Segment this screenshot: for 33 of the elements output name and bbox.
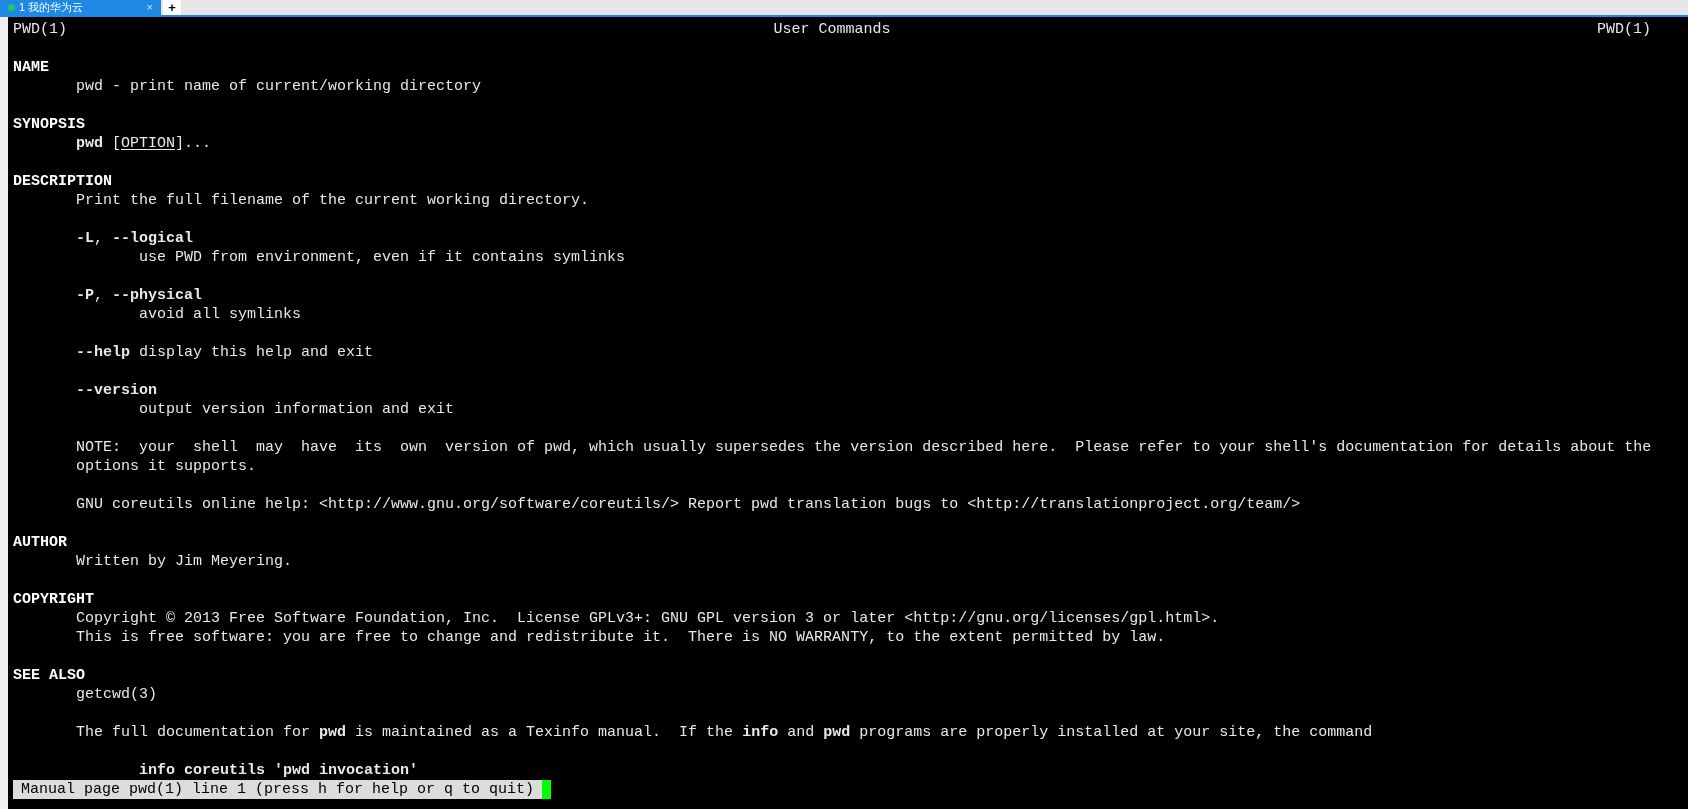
section-heading: AUTHOR (13, 533, 68, 552)
section-heading: SYNOPSIS (13, 115, 86, 134)
man-text: output version information and exit (139, 400, 455, 419)
tab[interactable]: 1 我的华为云 × (0, 0, 161, 15)
section-heading: DESCRIPTION (13, 172, 114, 191)
man-text: --version (76, 381, 157, 400)
tab-title: 1 我的华为云 (19, 2, 85, 13)
man-text: NOTE: your shell may have its own version of pwd, which usually supersedes the version described here. Please refer to your shell's documentation for details about the (76, 438, 1652, 457)
section-heading: NAME (13, 58, 50, 77)
man-text: getcwd(3) (76, 685, 157, 704)
man-text: pwd - print name of current/working directory (76, 77, 482, 96)
new-tab-button[interactable]: + (163, 0, 181, 15)
man-text: -L, --logical (76, 229, 194, 248)
header-title: User Commands (773, 20, 891, 39)
man-text: avoid all symlinks (139, 305, 302, 324)
close-icon[interactable]: × (146, 2, 153, 13)
man-text: -P, --physical (76, 286, 203, 305)
header-left: PWD(1) (13, 20, 67, 39)
header-right: PWD(1) (1597, 20, 1651, 39)
man-text: use PWD from environment, even if it contains symlinks (139, 248, 626, 267)
man-text: info coreutils 'pwd invocation' (139, 761, 419, 780)
man-text: pwd [OPTION]... (76, 134, 212, 153)
man-text: options it supports. (76, 457, 257, 476)
man-text: Copyright © 2013 Free Software Foundation, Inc. License GPLv3+: GNU GPL version 3 or later <http://gnu.org/licenses/gpl.html>. (76, 609, 1220, 628)
man-text: The full documentation for pwd is maintained as a Texinfo manual. If the info and pwd programs are properly installed at your site, the command (76, 723, 1373, 742)
man-text: GNU coreutils online help: <http://www.gnu.org/software/coreutils/> Report pwd translation bugs to <http://translationproject.org/team/> (76, 495, 1301, 514)
man-text: Written by Jim Meyering. (76, 552, 293, 571)
man-text: This is free software: you are free to change and redistribute it. There is NO WARRANTY, to the extent permitted by law. (76, 628, 1166, 647)
man-text: Print the full filename of the current working directory. (76, 191, 590, 210)
section-heading: SEE ALSO (13, 666, 86, 685)
section-heading: COPYRIGHT (13, 590, 95, 609)
cursor (542, 780, 552, 799)
man-text: --help display this help and exit (76, 343, 374, 362)
